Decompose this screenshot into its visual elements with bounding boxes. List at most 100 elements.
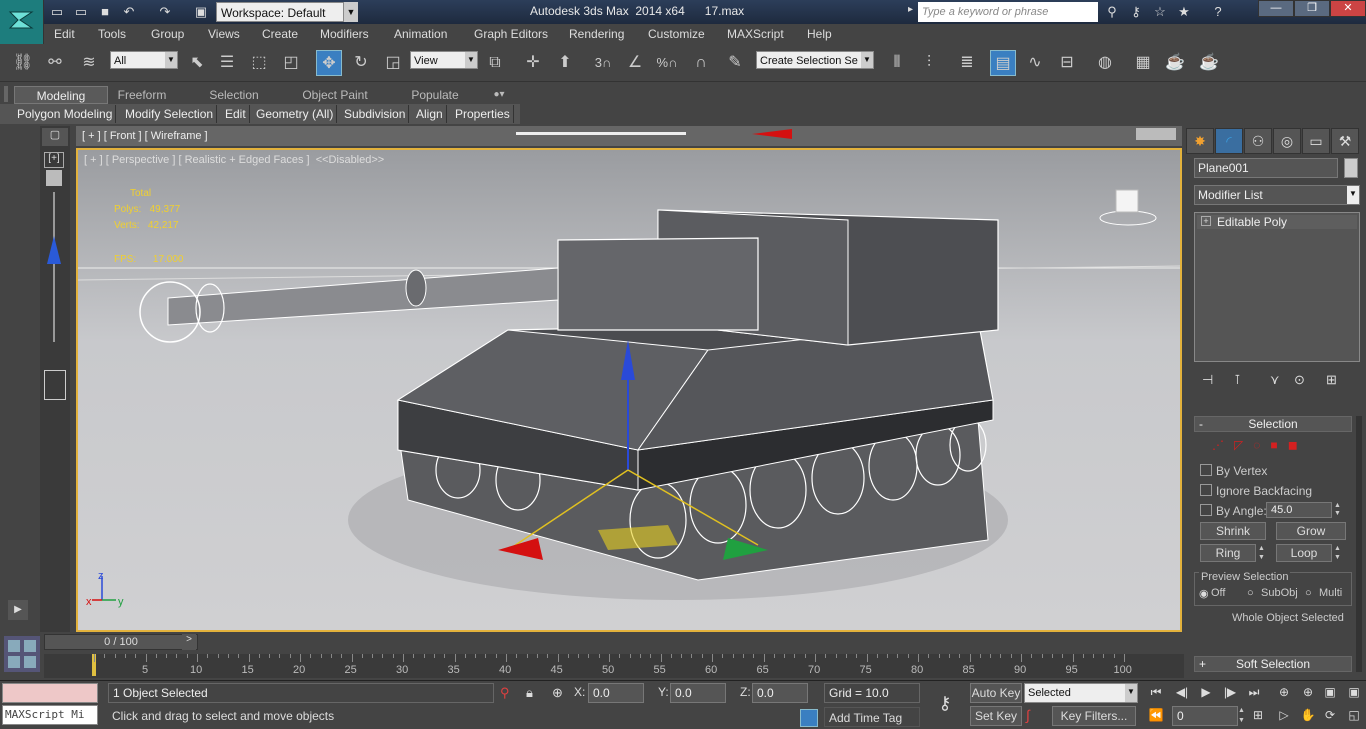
time-tag-icon[interactable] bbox=[800, 709, 818, 727]
front-viewport-label[interactable]: [ + ] [ Front ] [ Wireframe ] bbox=[82, 130, 208, 142]
key-mode-toggle-icon[interactable]: ⏪ bbox=[1146, 706, 1166, 724]
modify-tab-icon[interactable]: ◜ bbox=[1215, 128, 1243, 154]
selection-filter-dropdown[interactable]: All ▼ bbox=[110, 51, 178, 69]
by-vertex-checkbox[interactable] bbox=[1200, 464, 1212, 476]
render-production-icon[interactable]: ☕ bbox=[1196, 50, 1222, 76]
ignore-backfacing-checkbox[interactable] bbox=[1200, 484, 1212, 496]
subobj-radio[interactable]: ○ bbox=[1247, 587, 1254, 599]
off-radio[interactable]: ◉ bbox=[1199, 587, 1209, 600]
angle-spinner-icon[interactable]: ▲ ▼ bbox=[1334, 502, 1344, 518]
window-crossing-icon[interactable]: ◰ bbox=[278, 50, 304, 76]
object-color-swatch[interactable] bbox=[1344, 158, 1358, 178]
x-coordinate-input[interactable]: 0.0 bbox=[588, 683, 644, 703]
undo-icon[interactable]: ↶ bbox=[120, 3, 138, 21]
front-viewport-strip[interactable]: [ + ] [ Front ] [ Wireframe ] bbox=[76, 126, 1182, 146]
layout-icon[interactable] bbox=[46, 170, 62, 186]
help-icon[interactable]: ? bbox=[1208, 3, 1228, 21]
tab-populate[interactable]: Populate bbox=[400, 86, 470, 104]
maxscript-listener-pink[interactable] bbox=[2, 683, 98, 703]
display-tab-icon[interactable]: ▭ bbox=[1302, 128, 1330, 154]
maximize-button[interactable]: ❐ bbox=[1294, 0, 1330, 17]
play-sidebar-icon[interactable]: ▶ bbox=[8, 600, 28, 620]
next-frame-button[interactable]: > bbox=[182, 634, 196, 650]
app-logo[interactable] bbox=[0, 0, 44, 44]
track-bar[interactable]: 5 10 15 20 25 30 35 40 45 50 55 60 65 70 75 80 85 90 95 100 bbox=[44, 654, 1184, 678]
selection-rollout-header[interactable]: - Selection bbox=[1194, 416, 1352, 432]
menu-graph-editors[interactable]: Graph Editors bbox=[474, 27, 548, 41]
angle-input[interactable]: 45.0 bbox=[1266, 502, 1332, 518]
minimize-button[interactable]: — bbox=[1258, 0, 1294, 17]
by-angle-checkbox[interactable] bbox=[1200, 504, 1212, 516]
menu-animation[interactable]: Animation bbox=[394, 27, 447, 41]
tank-model[interactable] bbox=[78, 150, 1180, 630]
panel-scrollbar[interactable] bbox=[1356, 416, 1362, 672]
camera-icon[interactable]: ▢ bbox=[42, 128, 68, 146]
vertex-icon[interactable]: ⋰ bbox=[1212, 438, 1224, 452]
menu-customize[interactable]: Customize bbox=[648, 27, 705, 41]
pivot-center-icon[interactable]: ⧉ bbox=[482, 50, 508, 76]
key-filters-button[interactable]: Key Filters... bbox=[1052, 706, 1136, 726]
select-object-icon[interactable]: ⬉ bbox=[184, 50, 210, 76]
loop-spinner-icon[interactable]: ▲ ▼ bbox=[1334, 544, 1344, 562]
favorites-icon[interactable]: ☆ bbox=[1150, 3, 1170, 21]
key-tangent-icon[interactable]: ∫ bbox=[1026, 707, 1048, 725]
reference-coordinate-dropdown[interactable]: View ▼ bbox=[410, 51, 478, 69]
render-setup-icon[interactable]: ▦ bbox=[1130, 50, 1156, 76]
expand-icon[interactable]: + bbox=[1201, 216, 1211, 226]
new-icon[interactable]: ▭ bbox=[48, 3, 66, 21]
menu-rendering[interactable]: Rendering bbox=[569, 27, 624, 41]
redo-icon[interactable]: ↷ bbox=[156, 3, 174, 21]
unlink-icon[interactable]: ⚯ bbox=[42, 50, 68, 76]
workspace-dropdown[interactable]: Workspace: Default bbox=[216, 2, 344, 22]
layer-manager-icon[interactable]: ≣ bbox=[954, 50, 980, 76]
panel-edit[interactable]: Edit bbox=[222, 105, 250, 123]
z-coordinate-input[interactable]: 0.0 bbox=[752, 683, 808, 703]
open-icon[interactable]: ▭ bbox=[72, 3, 90, 21]
align-icon[interactable]: ⫶ bbox=[916, 50, 942, 76]
snaps-toggle-icon[interactable]: 3∩ bbox=[590, 50, 616, 76]
graphite-toolset-icon[interactable]: ▤ bbox=[990, 50, 1016, 76]
mirror-icon[interactable]: ⫴ bbox=[884, 50, 910, 76]
set-key-button[interactable]: Set Key bbox=[970, 706, 1022, 726]
zoom-all-icon[interactable]: ⊕ bbox=[1298, 683, 1318, 701]
add-time-tag-field[interactable]: Add Time Tag bbox=[824, 707, 920, 727]
panel-subdivision[interactable]: Subdivision bbox=[341, 105, 410, 123]
time-configuration-icon[interactable]: ⊞ bbox=[1248, 706, 1268, 724]
menu-help[interactable]: Help bbox=[807, 27, 832, 41]
zoom-icon[interactable]: ⊕ bbox=[1274, 683, 1294, 701]
utilities-tab-icon[interactable]: ⚒ bbox=[1331, 128, 1359, 154]
tab-modeling[interactable]: Modeling bbox=[14, 86, 108, 104]
auto-key-button[interactable]: Auto Key bbox=[970, 683, 1022, 703]
menu-edit[interactable]: Edit bbox=[54, 27, 75, 41]
chevron-right-icon[interactable]: ▸ bbox=[908, 4, 918, 20]
remove-modifier-icon[interactable]: ⊙ bbox=[1294, 372, 1305, 388]
tab-freeform[interactable]: Freeform bbox=[108, 86, 176, 104]
perspective-viewport[interactable]: [ + ] [ Perspective ] [ Realistic + Edge… bbox=[76, 148, 1182, 632]
link-icon[interactable]: ⛓ bbox=[10, 50, 36, 76]
time-slider[interactable]: 0 / 100 bbox=[44, 634, 198, 650]
menu-views[interactable]: Views bbox=[208, 27, 240, 41]
ring-spinner-icon[interactable]: ▲ ▼ bbox=[1258, 544, 1268, 562]
menu-maxscript[interactable]: MAXScript bbox=[727, 27, 784, 41]
viewcube-icon[interactable] bbox=[1098, 186, 1158, 226]
select-by-name-icon[interactable]: ☰ bbox=[214, 50, 240, 76]
curve-editor-icon[interactable]: ∿ bbox=[1022, 50, 1048, 76]
soft-selection-rollout-header[interactable]: + Soft Selection bbox=[1194, 656, 1352, 672]
go-to-end-icon[interactable]: ⏭ bbox=[1244, 683, 1264, 701]
grow-button[interactable]: Grow bbox=[1276, 522, 1346, 540]
menu-group[interactable]: Group bbox=[151, 27, 184, 41]
ribbon-options-icon[interactable]: ●▾ bbox=[486, 86, 512, 104]
current-frame-input[interactable]: 0 bbox=[1172, 706, 1238, 726]
modifier-list-dropdown[interactable]: Modifier List ▼ bbox=[1194, 185, 1360, 205]
keyboard-shortcut-override-icon[interactable]: ⬆ bbox=[552, 50, 578, 76]
maxscript-mini-listener[interactable]: MAXScript Mi bbox=[2, 705, 98, 725]
zoom-extents-all-icon[interactable]: ▣ bbox=[1344, 683, 1364, 701]
field-of-view-icon[interactable]: ▷ bbox=[1274, 706, 1294, 724]
motion-tab-icon[interactable]: ◎ bbox=[1273, 128, 1301, 154]
set-keys-icon[interactable]: ⚷ bbox=[930, 693, 960, 713]
close-button[interactable]: ✕ bbox=[1330, 0, 1366, 17]
hierarchy-tab-icon[interactable]: ⚇ bbox=[1244, 128, 1272, 154]
select-scale-icon[interactable]: ◲ bbox=[380, 50, 406, 76]
panel-polygon-modeling[interactable]: Polygon Modeling bbox=[14, 105, 117, 123]
schematic-view-icon[interactable]: ⊟ bbox=[1054, 50, 1080, 76]
